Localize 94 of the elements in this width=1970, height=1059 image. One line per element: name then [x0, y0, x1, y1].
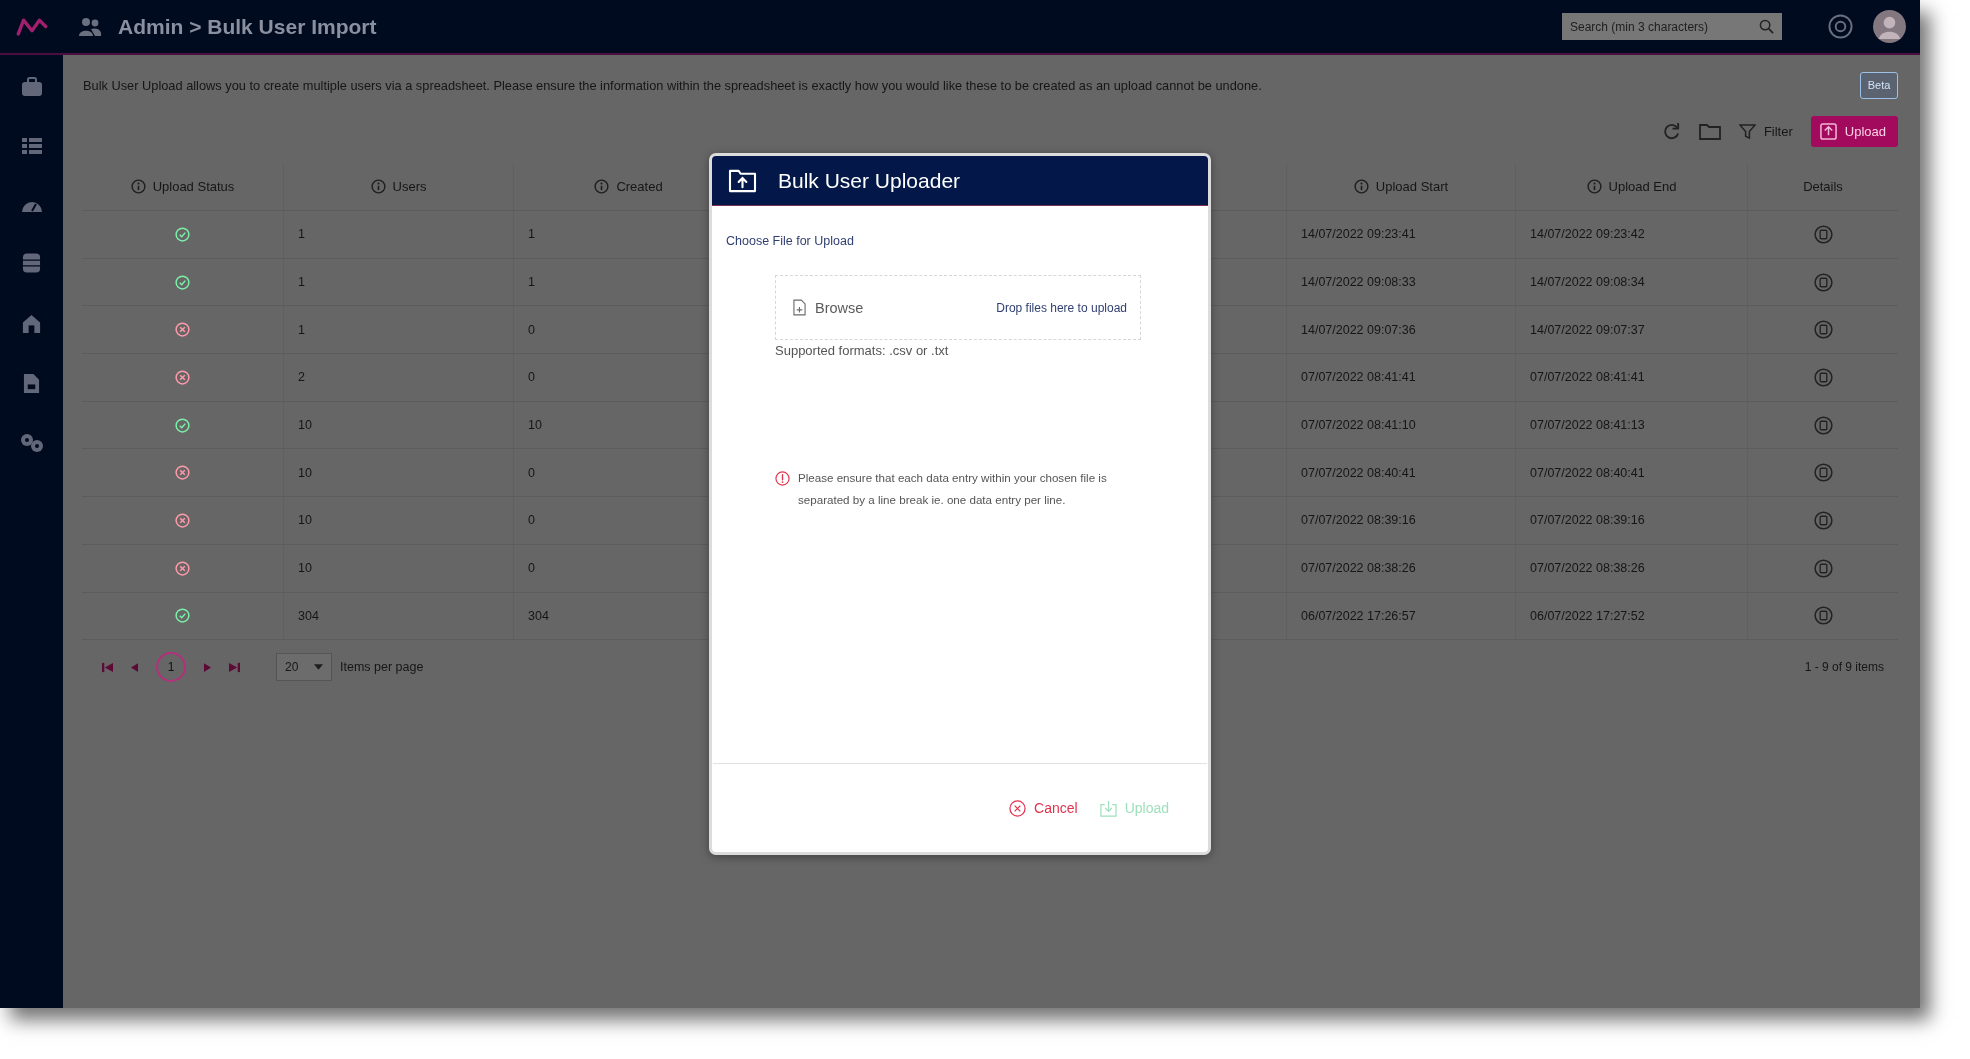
table-cell: 07/07/2022 08:41:10 — [1301, 418, 1416, 433]
table-cell: 06/07/2022 17:27:52 — [1530, 608, 1645, 623]
caret-right-icon[interactable] — [204, 662, 211, 672]
folder-upload-icon — [728, 168, 757, 193]
users-icon — [78, 15, 102, 38]
formats-note: Supported formats: .csv or .txt — [775, 343, 949, 358]
column-header[interactable]: Upload Status — [152, 179, 235, 194]
table-cell: 0 — [528, 322, 535, 337]
warning-message: Please ensure that each data entry within your chosen file is separated by a line break ie. one data entry per line. — [798, 470, 1108, 508]
table-cell: 0 — [528, 370, 535, 385]
table-cell: 0 — [528, 561, 535, 576]
cancel-button[interactable]: Cancel — [1009, 799, 1078, 817]
table-cell: 0 — [528, 513, 535, 528]
table-cell: 1 — [528, 275, 535, 290]
table-cell: 07/07/2022 08:40:41 — [1301, 465, 1416, 480]
file-drop-zone[interactable]: Browse Drop files here to upload — [775, 275, 1141, 340]
table-cell: 07/07/2022 08:41:41 — [1530, 370, 1645, 385]
document-icon[interactable] — [1813, 606, 1833, 626]
dialog-title: Bulk User Uploader — [778, 168, 961, 193]
tray-arrow-icon — [1099, 799, 1117, 817]
filter-icon — [1738, 122, 1756, 140]
table-cell: 1 — [298, 322, 305, 337]
table-cell: 07/07/2022 08:39:16 — [1301, 513, 1416, 528]
refresh-icon[interactable] — [1661, 121, 1681, 141]
document-icon[interactable] — [1813, 367, 1833, 387]
filter-button[interactable]: Filter — [1738, 122, 1793, 140]
x-circle-icon — [1009, 799, 1027, 817]
document-icon[interactable] — [1813, 272, 1833, 292]
page-size-label: Items per page — [340, 660, 424, 675]
file-plus-icon — [793, 299, 806, 316]
field-label: Choose File for Upload — [726, 234, 854, 248]
browse-button[interactable]: Browse — [793, 299, 864, 316]
page-size-select[interactable]: 20 — [276, 653, 332, 682]
table-cell: 1 — [298, 227, 305, 242]
table-cell: 07/07/2022 08:41:13 — [1530, 418, 1645, 433]
ring-icon[interactable] — [1828, 14, 1853, 39]
briefcase-icon[interactable] — [20, 77, 43, 97]
table-cell: 14/07/2022 09:07:37 — [1530, 322, 1645, 337]
breadcrumb-title: Admin > Bulk User Import — [118, 14, 377, 39]
document-icon[interactable] — [1813, 224, 1833, 244]
document-icon[interactable] — [1813, 320, 1833, 340]
table-cell: 10 — [298, 418, 312, 433]
table-cell: 07/07/2022 08:41:41 — [1301, 370, 1416, 385]
document-icon[interactable] — [1813, 463, 1833, 483]
table-cell: 14/07/2022 09:23:41 — [1301, 227, 1416, 242]
drop-hint: Drop files here to upload — [996, 300, 1127, 315]
table-cell: 2 — [298, 370, 305, 385]
search-field[interactable]: Search (min 3 characters) — [1562, 13, 1782, 40]
table-cell: 14/07/2022 09:23:42 — [1530, 227, 1645, 242]
caret-down-icon — [314, 664, 323, 671]
column-header[interactable]: Created — [616, 179, 663, 194]
table-cell: 10 — [528, 418, 542, 433]
table-cell: 06/07/2022 17:26:57 — [1301, 608, 1416, 623]
table-cell: 07/07/2022 08:40:41 — [1530, 465, 1645, 480]
document-icon[interactable] — [1813, 510, 1833, 530]
skip-end-icon[interactable] — [229, 661, 240, 673]
document-icon[interactable] — [1813, 558, 1833, 578]
table-cell: 304 — [528, 608, 549, 623]
avatar[interactable] — [1873, 10, 1906, 43]
table-cell: 10 — [298, 513, 312, 528]
caret-left-icon[interactable] — [131, 662, 138, 672]
beta-button[interactable]: Beta — [1860, 71, 1898, 99]
column-header[interactable]: Users — [392, 179, 427, 194]
table-cell: 07/07/2022 08:39:16 — [1530, 513, 1645, 528]
table-cell: 10 — [298, 561, 312, 576]
table-cell: 0 — [528, 465, 535, 480]
house-icon[interactable] — [21, 313, 42, 334]
upload-icon — [1819, 122, 1837, 140]
table-cell: 10 — [298, 465, 312, 480]
document-icon[interactable] — [1813, 415, 1833, 435]
page-button[interactable]: 1 — [156, 652, 186, 683]
pagination-summary: 1 - 9 of 9 items — [1804, 660, 1884, 675]
search-icon[interactable] — [1759, 19, 1774, 34]
upload-button[interactable]: Upload — [1810, 115, 1898, 147]
column-header[interactable]: Upload End — [1608, 179, 1677, 194]
page-description: Bulk User Upload allows you to create multiple users via a spreadsheet. Please ensure the information within the spreadsheet is exactly how you would like these to be created as an upload cannot be undone. — [83, 77, 1263, 93]
table-cell: 14/07/2022 09:08:34 — [1530, 275, 1645, 290]
table-cell: 07/07/2022 08:38:26 — [1530, 561, 1645, 576]
skip-start-icon[interactable] — [102, 661, 113, 673]
column-header[interactable]: Details — [1803, 179, 1843, 194]
warning-icon — [775, 471, 790, 486]
file-icon[interactable] — [23, 373, 40, 394]
folder-icon[interactable] — [1698, 122, 1721, 140]
database-icon[interactable] — [22, 252, 41, 274]
table-cell: 1 — [528, 227, 535, 242]
table-cell: 304 — [298, 608, 319, 623]
list-icon[interactable] — [20, 136, 43, 156]
column-header[interactable]: Upload Start — [1375, 179, 1449, 194]
table-cell: 1 — [298, 275, 305, 290]
linked-circles-icon[interactable] — [19, 433, 44, 453]
table-cell: 07/07/2022 08:38:26 — [1301, 561, 1416, 576]
logo-icon[interactable] — [16, 17, 48, 36]
table-cell: 14/07/2022 09:07:36 — [1301, 322, 1416, 337]
table-cell: 14/07/2022 09:08:33 — [1301, 275, 1416, 290]
